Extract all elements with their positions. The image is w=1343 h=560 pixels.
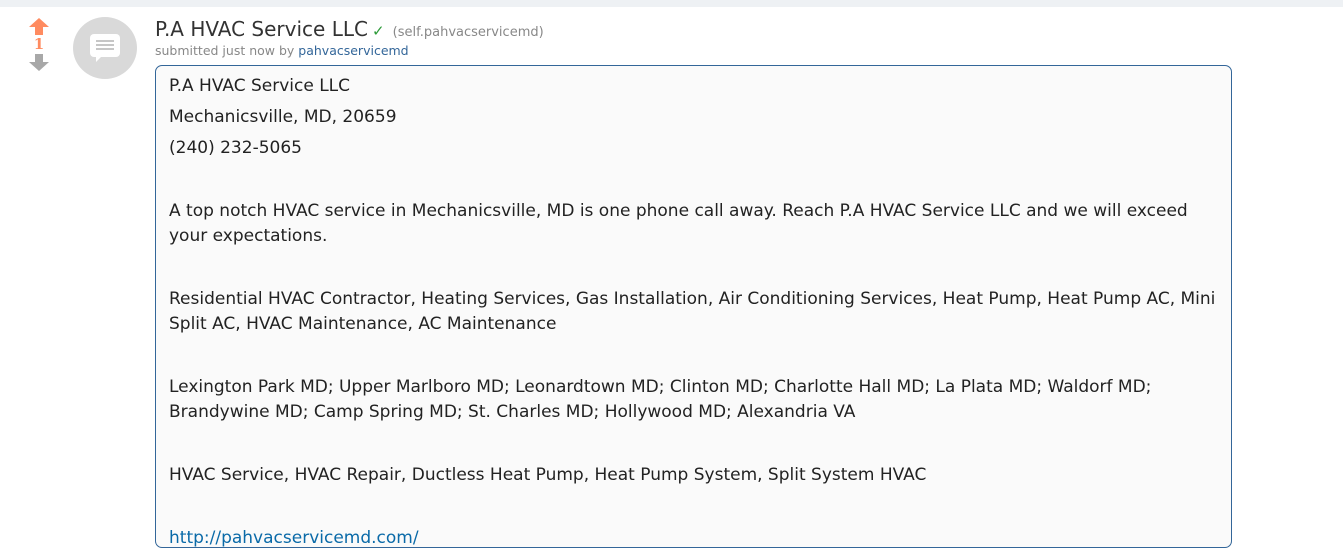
checkmark-icon: ✓: [371, 22, 385, 40]
intro-paragraph: A top notch HVAC service in Mechanicsvil…: [169, 201, 1188, 246]
vote-column: 1: [27, 18, 51, 78]
keywords-paragraph: HVAC Service, HVAC Repair, Ductless Heat…: [169, 465, 927, 485]
downvote-arrow-icon[interactable]: [29, 54, 49, 71]
post-title[interactable]: P.A HVAC Service LLC: [155, 17, 368, 41]
services-paragraph: Residential HVAC Contractor, Heating Ser…: [169, 289, 1216, 334]
business-name: P.A HVAC Service LLC: [169, 76, 351, 96]
submitted-text: submitted just now by: [155, 43, 299, 58]
selftext-body: P.A HVAC Service LLC Mechanicsville, MD,…: [155, 65, 1232, 548]
author-link[interactable]: pahvacservicemd: [298, 43, 408, 58]
business-address: Mechanicsville, MD, 20659: [169, 107, 397, 127]
business-phone: (240) 232-5065: [169, 138, 302, 158]
upvote-arrow-icon[interactable]: [29, 18, 49, 35]
post-score: 1: [33, 35, 45, 53]
service-areas-paragraph: Lexington Park MD; Upper Marlboro MD; Le…: [169, 377, 1152, 422]
post-domain[interactable]: (self.pahvacservicemd): [393, 25, 544, 40]
self-post-text-icon: [90, 34, 120, 62]
title-row: P.A HVAC Service LLC ✓ (self.pahvacservic…: [155, 17, 544, 41]
website-link[interactable]: http://pahvacservicemd.com/: [169, 528, 419, 548]
post-tagline: submitted just now by pahvacservicemd: [155, 43, 409, 58]
self-post-thumbnail[interactable]: [73, 17, 137, 79]
